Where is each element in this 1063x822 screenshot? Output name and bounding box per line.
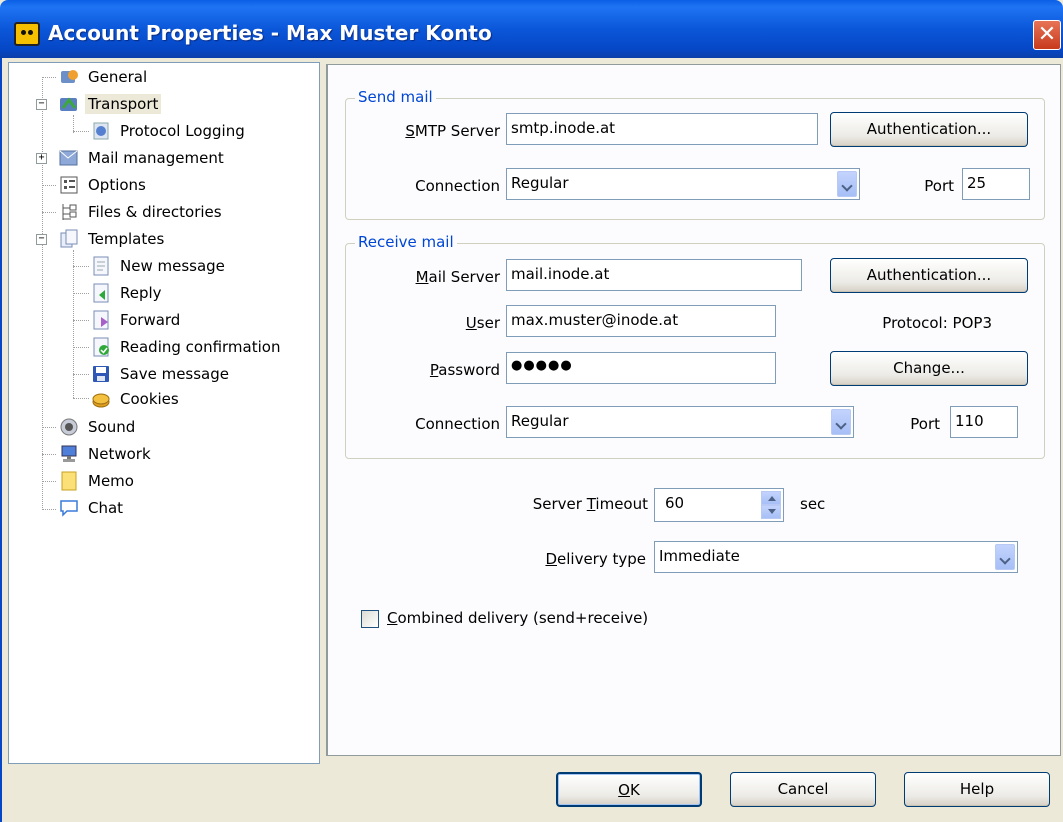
- delivery-type-label: Delivery type: [545, 550, 646, 568]
- receive-authentication-button[interactable]: Authentication...: [830, 258, 1028, 293]
- receive-port-input[interactable]: 110: [950, 406, 1018, 438]
- send-mail-legend: Send mail: [355, 88, 436, 106]
- chevron-down-icon[interactable]: [831, 409, 851, 435]
- cookies-icon: [91, 389, 111, 409]
- delivery-type-select[interactable]: Immediate: [654, 541, 1018, 573]
- mail-management-icon: [59, 148, 79, 168]
- network-icon: [59, 444, 79, 464]
- send-port-label: Port: [924, 177, 954, 195]
- close-button[interactable]: ✕: [1033, 20, 1061, 50]
- chevron-down-icon[interactable]: [995, 544, 1015, 570]
- title-bar: Account Properties - Max Muster Konto ✕: [0, 0, 1063, 58]
- receive-connection-label: Connection: [415, 415, 500, 433]
- sound-icon: [59, 417, 79, 437]
- tree-item-save-message[interactable]: Save message: [91, 362, 232, 386]
- window-title: Account Properties - Max Muster Konto: [48, 21, 492, 45]
- new-message-icon: [91, 256, 111, 276]
- tree-item-cookies[interactable]: Cookies: [91, 387, 182, 411]
- user-input[interactable]: max.muster@inode.at: [506, 305, 776, 337]
- help-button[interactable]: Help: [904, 772, 1050, 807]
- password-input[interactable]: ●●●●●: [506, 352, 776, 384]
- smtp-server-label: SMTP Server: [405, 122, 500, 140]
- tree-item-protocol-logging[interactable]: Protocol Logging: [91, 119, 248, 143]
- timeout-stepper[interactable]: [761, 491, 781, 519]
- send-port-input[interactable]: 25: [962, 168, 1030, 200]
- tree-item-forward[interactable]: Forward: [91, 308, 183, 332]
- memo-icon: [59, 471, 79, 491]
- tree-item-templates[interactable]: Templates: [59, 227, 167, 251]
- combined-delivery-checkbox[interactable]: [361, 610, 379, 628]
- tree-item-reading-confirmation[interactable]: Reading confirmation: [91, 335, 283, 359]
- transport-collapse-toggle[interactable]: −: [36, 99, 47, 110]
- send-connection-select[interactable]: Regular: [506, 168, 860, 200]
- tree-item-options[interactable]: Options: [59, 173, 149, 197]
- tree-item-general[interactable]: General: [59, 65, 150, 89]
- tree-item-files-directories[interactable]: Files & directories: [59, 200, 225, 224]
- tree-item-mail-management[interactable]: Mail management: [59, 146, 227, 170]
- server-timeout-spinner[interactable]: 60: [654, 488, 784, 522]
- forward-icon: [91, 310, 111, 330]
- server-timeout-label: Server Timeout: [532, 495, 648, 513]
- receive-port-label: Port: [910, 415, 940, 433]
- files-directories-icon: [59, 202, 79, 222]
- cancel-button[interactable]: Cancel: [730, 772, 876, 807]
- tree-item-new-message[interactable]: New message: [91, 254, 228, 278]
- smtp-server-input[interactable]: smtp.inode.at: [506, 113, 818, 145]
- tree-item-reply[interactable]: Reply: [91, 281, 165, 305]
- ok-button[interactable]: OK: [556, 772, 702, 807]
- save-message-icon: [91, 364, 111, 384]
- combined-delivery-label[interactable]: Combined delivery (send+receive): [387, 609, 648, 627]
- transport-icon: [59, 94, 79, 114]
- password-label: Password: [429, 361, 500, 379]
- tree-item-network[interactable]: Network: [59, 442, 154, 466]
- templates-collapse-toggle[interactable]: −: [36, 234, 47, 245]
- templates-icon: [59, 229, 79, 249]
- mail-server-label: Mail Server: [415, 268, 500, 286]
- app-icon: [14, 22, 40, 46]
- chat-icon: [59, 498, 79, 518]
- options-icon: [59, 175, 79, 195]
- tree-item-sound[interactable]: Sound: [59, 415, 138, 439]
- general-icon: [59, 67, 79, 87]
- tree-item-chat[interactable]: Chat: [59, 496, 126, 520]
- tree-item-memo[interactable]: Memo: [59, 469, 137, 493]
- category-tree[interactable]: − + − General Transport Protocol Logging…: [8, 62, 320, 764]
- send-connection-label: Connection: [415, 177, 500, 195]
- reply-icon: [91, 283, 111, 303]
- reading-confirmation-icon: [91, 337, 111, 357]
- receive-connection-select[interactable]: Regular: [506, 406, 854, 438]
- change-password-button[interactable]: Change...: [830, 351, 1028, 386]
- receive-mail-legend: Receive mail: [355, 233, 457, 251]
- protocol-text: Protocol: POP3: [882, 314, 992, 332]
- user-label: User: [465, 314, 500, 332]
- tree-item-transport[interactable]: Transport: [59, 92, 162, 116]
- protocol-logging-icon: [91, 121, 111, 141]
- send-authentication-button[interactable]: Authentication...: [830, 112, 1028, 147]
- mail-management-expand-toggle[interactable]: +: [36, 153, 47, 164]
- timeout-unit-label: sec: [800, 495, 826, 513]
- chevron-down-icon[interactable]: [837, 171, 857, 197]
- mail-server-input[interactable]: mail.inode.at: [506, 259, 802, 291]
